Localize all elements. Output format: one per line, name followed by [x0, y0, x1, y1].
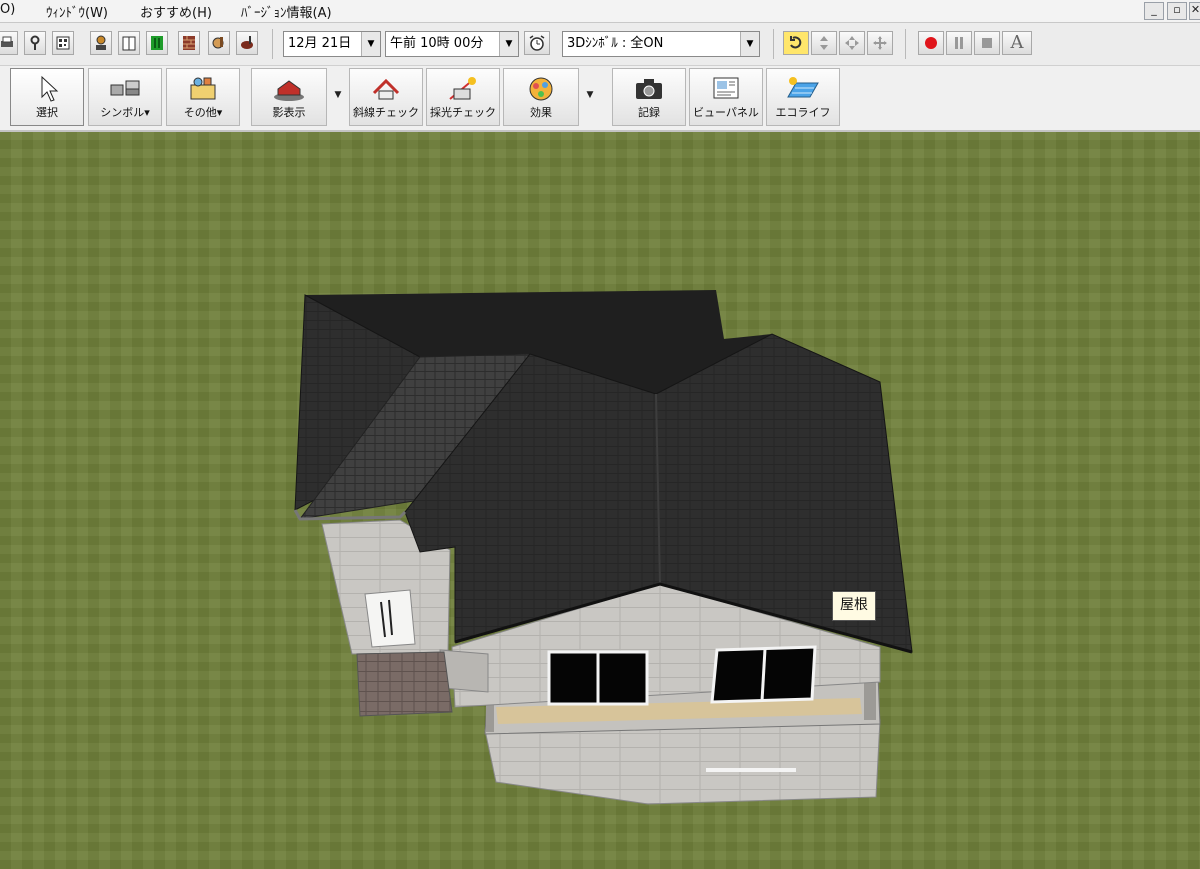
tools-icon [212, 37, 224, 49]
toolbar-tools: 選択 シンボル▾ その他▾ 影表示 ▼ 斜線チェック 採光チェック 効果 ▼ 記… [0, 66, 1200, 132]
record-icon [925, 37, 937, 49]
daylight-check-icon [449, 77, 476, 100]
pause-icon [955, 37, 963, 49]
clock-icon [529, 35, 545, 51]
roof-label[interactable]: 屋根 [832, 591, 876, 621]
eco-life-button[interactable]: エコライフ [766, 68, 840, 126]
close-button[interactable]: ✕ [1189, 2, 1200, 20]
date-value: 12月 21日 [288, 36, 352, 51]
cursor-icon [41, 75, 59, 102]
entrance-step [356, 651, 453, 717]
record-capture-button[interactable]: 記録 [612, 68, 686, 126]
pause-button[interactable] [946, 31, 972, 55]
person-icon [96, 35, 106, 50]
house-3d-model [293, 290, 913, 805]
pan-arrows-icon [845, 36, 859, 50]
daylight-check-button[interactable]: 採光チェック [426, 68, 500, 126]
tool-label: 影表示 [272, 106, 306, 119]
view-panel-button[interactable]: ビューパネル [689, 68, 763, 126]
time-value: 午前 10時 00分 [390, 36, 484, 51]
tool-label: 斜線チェック [353, 106, 419, 119]
menu-bar: O) ｳｨﾝﾄﾞｳ(W) おすすめ(H) ﾊﾞｰｼﾞｮﾝ情報(A) _ ▫ ✕ [0, 0, 1200, 23]
menu-item-tools[interactable]: O) [0, 2, 15, 17]
book-button[interactable] [118, 31, 140, 55]
person-button[interactable] [90, 31, 112, 55]
zoom-arrows-icon [873, 36, 887, 50]
restore-button[interactable]: ▫ [1167, 2, 1187, 20]
toolbar-separator [773, 29, 774, 59]
effects-dropdown-button[interactable]: ▼ [581, 68, 599, 126]
chevron-down-icon: ▼ [586, 90, 594, 100]
tool-label: エコライフ [775, 106, 831, 119]
texture-button[interactable] [178, 31, 200, 55]
chevron-down-icon: ▼ [334, 90, 342, 100]
brick-texture-icon [183, 36, 195, 50]
tool-label: 記録 [638, 106, 660, 119]
camera-icon [636, 79, 662, 99]
3d-viewport[interactable]: 屋根 [0, 132, 1200, 869]
plant-icon [151, 36, 163, 50]
chevron-down-icon: ▼ [361, 32, 380, 56]
furniture-icon [110, 80, 140, 96]
tool-label: その他▾ [183, 106, 223, 119]
menu-item-recommended[interactable]: おすすめ(H) [140, 2, 212, 21]
menu-item-window[interactable]: ｳｨﾝﾄﾞｳ(W) [46, 2, 108, 21]
rotate-button[interactable] [783, 31, 809, 55]
pan-button[interactable] [839, 31, 865, 55]
up-down-arrow-icon [820, 36, 828, 50]
stop-icon [982, 38, 992, 48]
qr-code-icon [56, 36, 70, 50]
toolbar-separator [272, 29, 273, 59]
printer-icon [1, 36, 13, 47]
zoom-button[interactable] [867, 31, 893, 55]
chevron-down-icon: ▼ [740, 32, 759, 56]
qr-button[interactable] [52, 31, 74, 55]
tool-label: ビューパネル [693, 106, 759, 119]
misc-box-icon [190, 77, 216, 100]
view-panel-icon [713, 77, 739, 99]
eco-life-icon [787, 77, 819, 98]
record-button[interactable] [918, 31, 944, 55]
tool-label: 採光チェック [430, 106, 496, 119]
shadow-dropdown-button[interactable]: ▼ [329, 68, 347, 126]
lower-vent [706, 768, 796, 772]
paint-brush-icon [241, 36, 253, 49]
slant-line-check-button[interactable]: 斜線チェック [349, 68, 423, 126]
date-select[interactable]: 12月 21日 ▼ [283, 31, 381, 57]
other-tool-button[interactable]: その他▾ [166, 68, 240, 126]
menu-item-version-info[interactable]: ﾊﾞｰｼﾞｮﾝ情報(A) [241, 2, 332, 21]
alarm-clock-button[interactable] [524, 31, 550, 55]
tool-label: 効果 [530, 106, 552, 119]
text-tool-button[interactable]: A [1002, 31, 1032, 55]
key-button[interactable] [24, 31, 46, 55]
rotate-icon [790, 36, 802, 49]
effects-button[interactable]: 効果 [503, 68, 579, 126]
3d-symbol-select[interactable]: 3Dｼﾝﾎﾞﾙ : 全ON ▼ [562, 31, 760, 57]
effects-icon [529, 77, 553, 101]
toolbar-separator [905, 29, 906, 59]
print-button[interactable] [0, 31, 18, 55]
paint-button[interactable] [236, 31, 258, 55]
shadow-display-button[interactable]: 影表示 [251, 68, 327, 126]
chevron-down-icon: ▼ [499, 32, 518, 56]
tool-label: シンボル▾ [100, 106, 150, 119]
time-select[interactable]: 午前 10時 00分 ▼ [385, 31, 519, 57]
select-tool-button[interactable]: 選択 [10, 68, 84, 126]
symbol-tool-button[interactable]: シンボル▾ [88, 68, 162, 126]
shadow-house-icon [274, 80, 304, 101]
key-icon [30, 35, 40, 50]
tool-label: 選択 [36, 106, 58, 119]
slant-line-house-icon [372, 78, 400, 100]
3d-symbol-value: 3Dｼﾝﾎﾞﾙ : 全ON [567, 36, 664, 51]
book-icon [122, 36, 136, 51]
minimize-button[interactable]: _ [1144, 2, 1164, 20]
plants-button[interactable] [146, 31, 168, 55]
stop-button[interactable] [974, 31, 1000, 55]
materials-button[interactable] [208, 31, 230, 55]
move-updown-button[interactable] [811, 31, 837, 55]
toolbar-top: 12月 21日 ▼ 午前 10時 00分 ▼ 3Dｼﾝﾎﾞﾙ : 全ON ▼ A [0, 23, 1200, 66]
